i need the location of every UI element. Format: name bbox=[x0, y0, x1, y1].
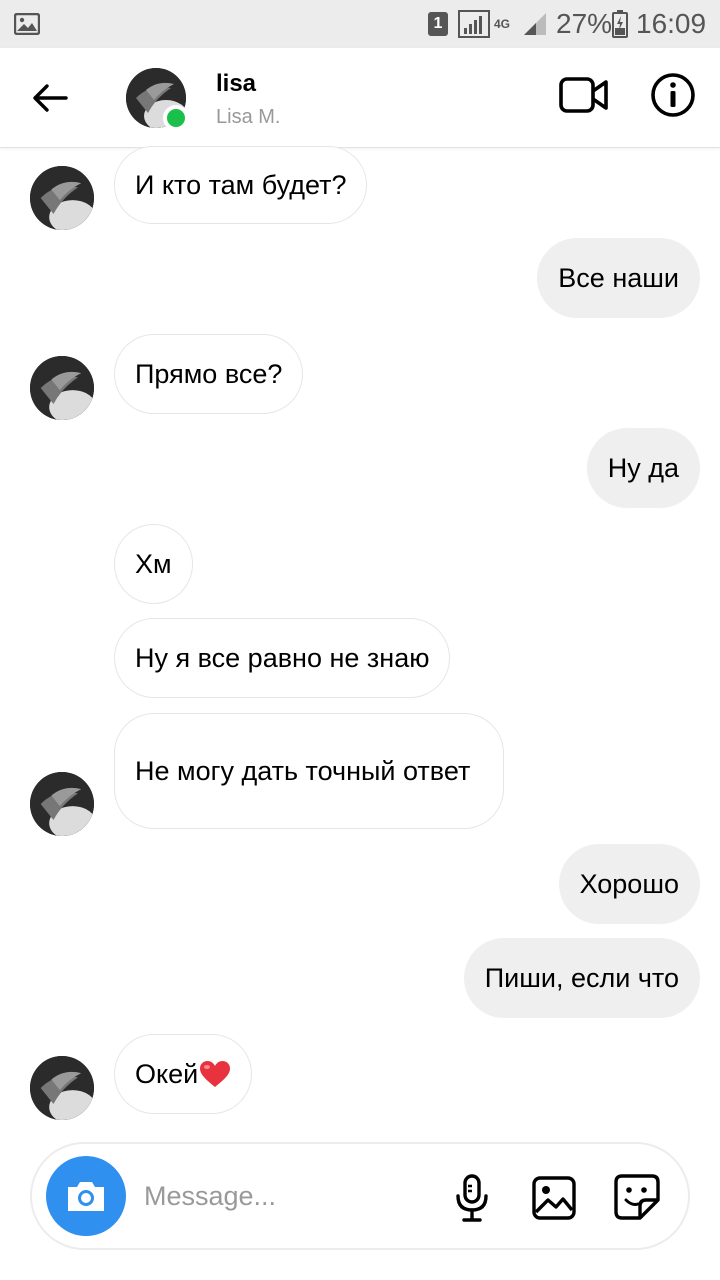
message-bubble-incoming[interactable]: Ну я все равно не знаю bbox=[114, 618, 451, 698]
voice-message-button[interactable] bbox=[448, 1172, 496, 1224]
gallery-notification-icon bbox=[14, 0, 40, 48]
back-arrow-icon bbox=[33, 84, 68, 112]
message-avatar[interactable] bbox=[30, 1056, 94, 1120]
message-avatar[interactable] bbox=[30, 166, 94, 230]
info-icon bbox=[651, 73, 695, 117]
contact-fullname: Lisa M. bbox=[216, 106, 281, 128]
message-bubble-outgoing[interactable]: Ну да bbox=[586, 428, 700, 508]
network-type: 4G bbox=[494, 17, 511, 31]
message-text: Ну да bbox=[607, 453, 679, 483]
message-avatar[interactable] bbox=[30, 772, 94, 836]
message-bubble-outgoing[interactable]: Все наши bbox=[537, 238, 700, 318]
contact-username[interactable]: lisa bbox=[216, 70, 256, 98]
online-status-dot bbox=[163, 105, 189, 131]
sticker-icon bbox=[614, 1174, 660, 1220]
signal-icon bbox=[458, 0, 490, 48]
message-text: И кто там будет? bbox=[135, 170, 347, 200]
signal-strength-icon bbox=[522, 0, 548, 48]
message-text: Прямо все? bbox=[135, 359, 283, 389]
camera-button[interactable] bbox=[46, 1156, 126, 1236]
camera-icon bbox=[68, 1182, 104, 1211]
sim-label: 1 bbox=[428, 12, 448, 36]
status-bar: 1 4G 27% 16:09 bbox=[0, 0, 720, 48]
clock: 16:09 bbox=[636, 8, 707, 39]
message-bubble-outgoing[interactable]: Хорошо bbox=[558, 844, 700, 924]
message-text: Хм bbox=[135, 549, 172, 579]
info-button[interactable] bbox=[648, 70, 698, 120]
back-button[interactable] bbox=[26, 76, 74, 120]
message-text: Не могу дать точный ответ bbox=[135, 756, 471, 786]
battery-icon bbox=[612, 0, 628, 48]
message-avatar[interactable] bbox=[30, 356, 94, 420]
gallery-button[interactable] bbox=[530, 1174, 578, 1222]
sticker-button[interactable] bbox=[612, 1172, 662, 1222]
message-bubble-incoming[interactable]: Окей bbox=[114, 1034, 253, 1114]
message-text: Все наши bbox=[558, 263, 679, 293]
message-text: Хорошо bbox=[579, 869, 679, 899]
chat-header: lisa Lisa M. bbox=[0, 48, 720, 148]
message-text: Ну я все равно не знаю bbox=[135, 643, 430, 673]
battery-percent: 27% bbox=[556, 8, 613, 39]
sim-icon: 1 bbox=[428, 0, 448, 48]
microphone-icon bbox=[456, 1174, 488, 1222]
message-bubble-incoming[interactable]: И кто там будет? bbox=[114, 146, 368, 224]
message-text: Окей bbox=[135, 1059, 199, 1089]
message-bubble-incoming[interactable]: Хм bbox=[114, 524, 193, 604]
video-call-button[interactable] bbox=[556, 72, 612, 118]
message-composer bbox=[30, 1142, 690, 1250]
gallery-icon bbox=[532, 1176, 576, 1220]
video-call-icon bbox=[559, 77, 608, 113]
message-bubble-incoming[interactable]: Прямо все? bbox=[114, 334, 304, 414]
message-bubble-incoming[interactable]: Не могу дать точный ответ bbox=[114, 713, 504, 829]
message-bubble-outgoing[interactable]: Пиши, если что bbox=[463, 938, 700, 1018]
message-text: Пиши, если что bbox=[484, 963, 679, 993]
heart-emoji-icon bbox=[200, 1061, 231, 1087]
message-input[interactable] bbox=[144, 1174, 434, 1218]
